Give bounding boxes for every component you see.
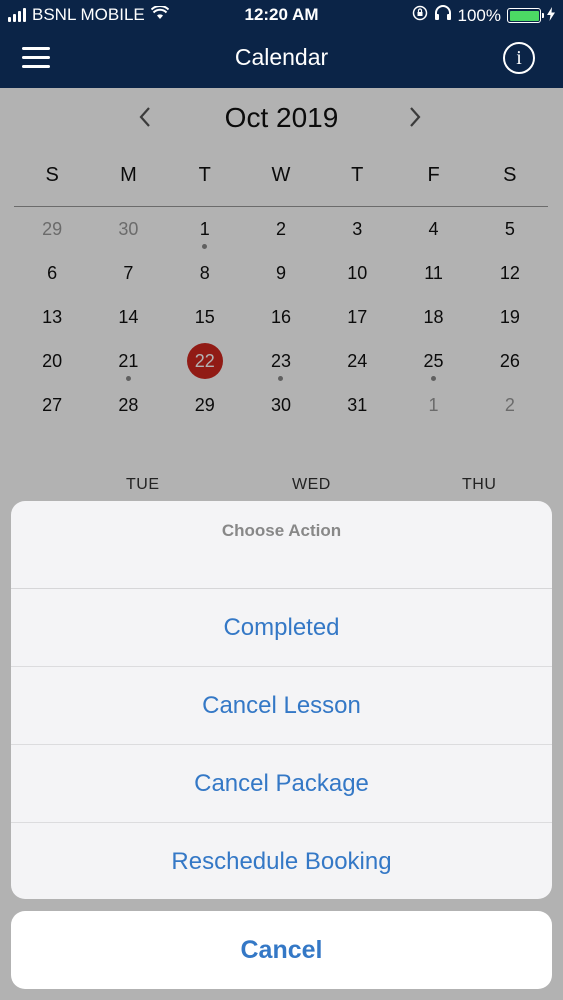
battery-percent: 100%	[457, 5, 501, 25]
action-sheet-title: Choose Action	[11, 501, 552, 589]
action-sheet: Choose Action Completed Cancel Lesson Ca…	[11, 501, 552, 899]
headphones-icon	[434, 5, 452, 26]
status-right: 100%	[412, 5, 555, 26]
status-bar: BSNL MOBILE 12:20 AM 100%	[0, 0, 563, 30]
cancel-button[interactable]: Cancel	[11, 911, 552, 989]
cancel-package-button[interactable]: Cancel Package	[11, 745, 552, 823]
charging-icon	[547, 6, 555, 26]
info-icon[interactable]: i	[503, 42, 535, 74]
page-title: Calendar	[234, 44, 329, 70]
battery-icon	[507, 8, 544, 23]
nav-bar: Calendar i	[0, 30, 563, 88]
completed-button[interactable]: Completed	[11, 589, 552, 667]
orientation-lock-icon	[412, 5, 428, 26]
reschedule-booking-button[interactable]: Reschedule Booking	[11, 823, 552, 899]
cancel-lesson-button[interactable]: Cancel Lesson	[11, 667, 552, 745]
